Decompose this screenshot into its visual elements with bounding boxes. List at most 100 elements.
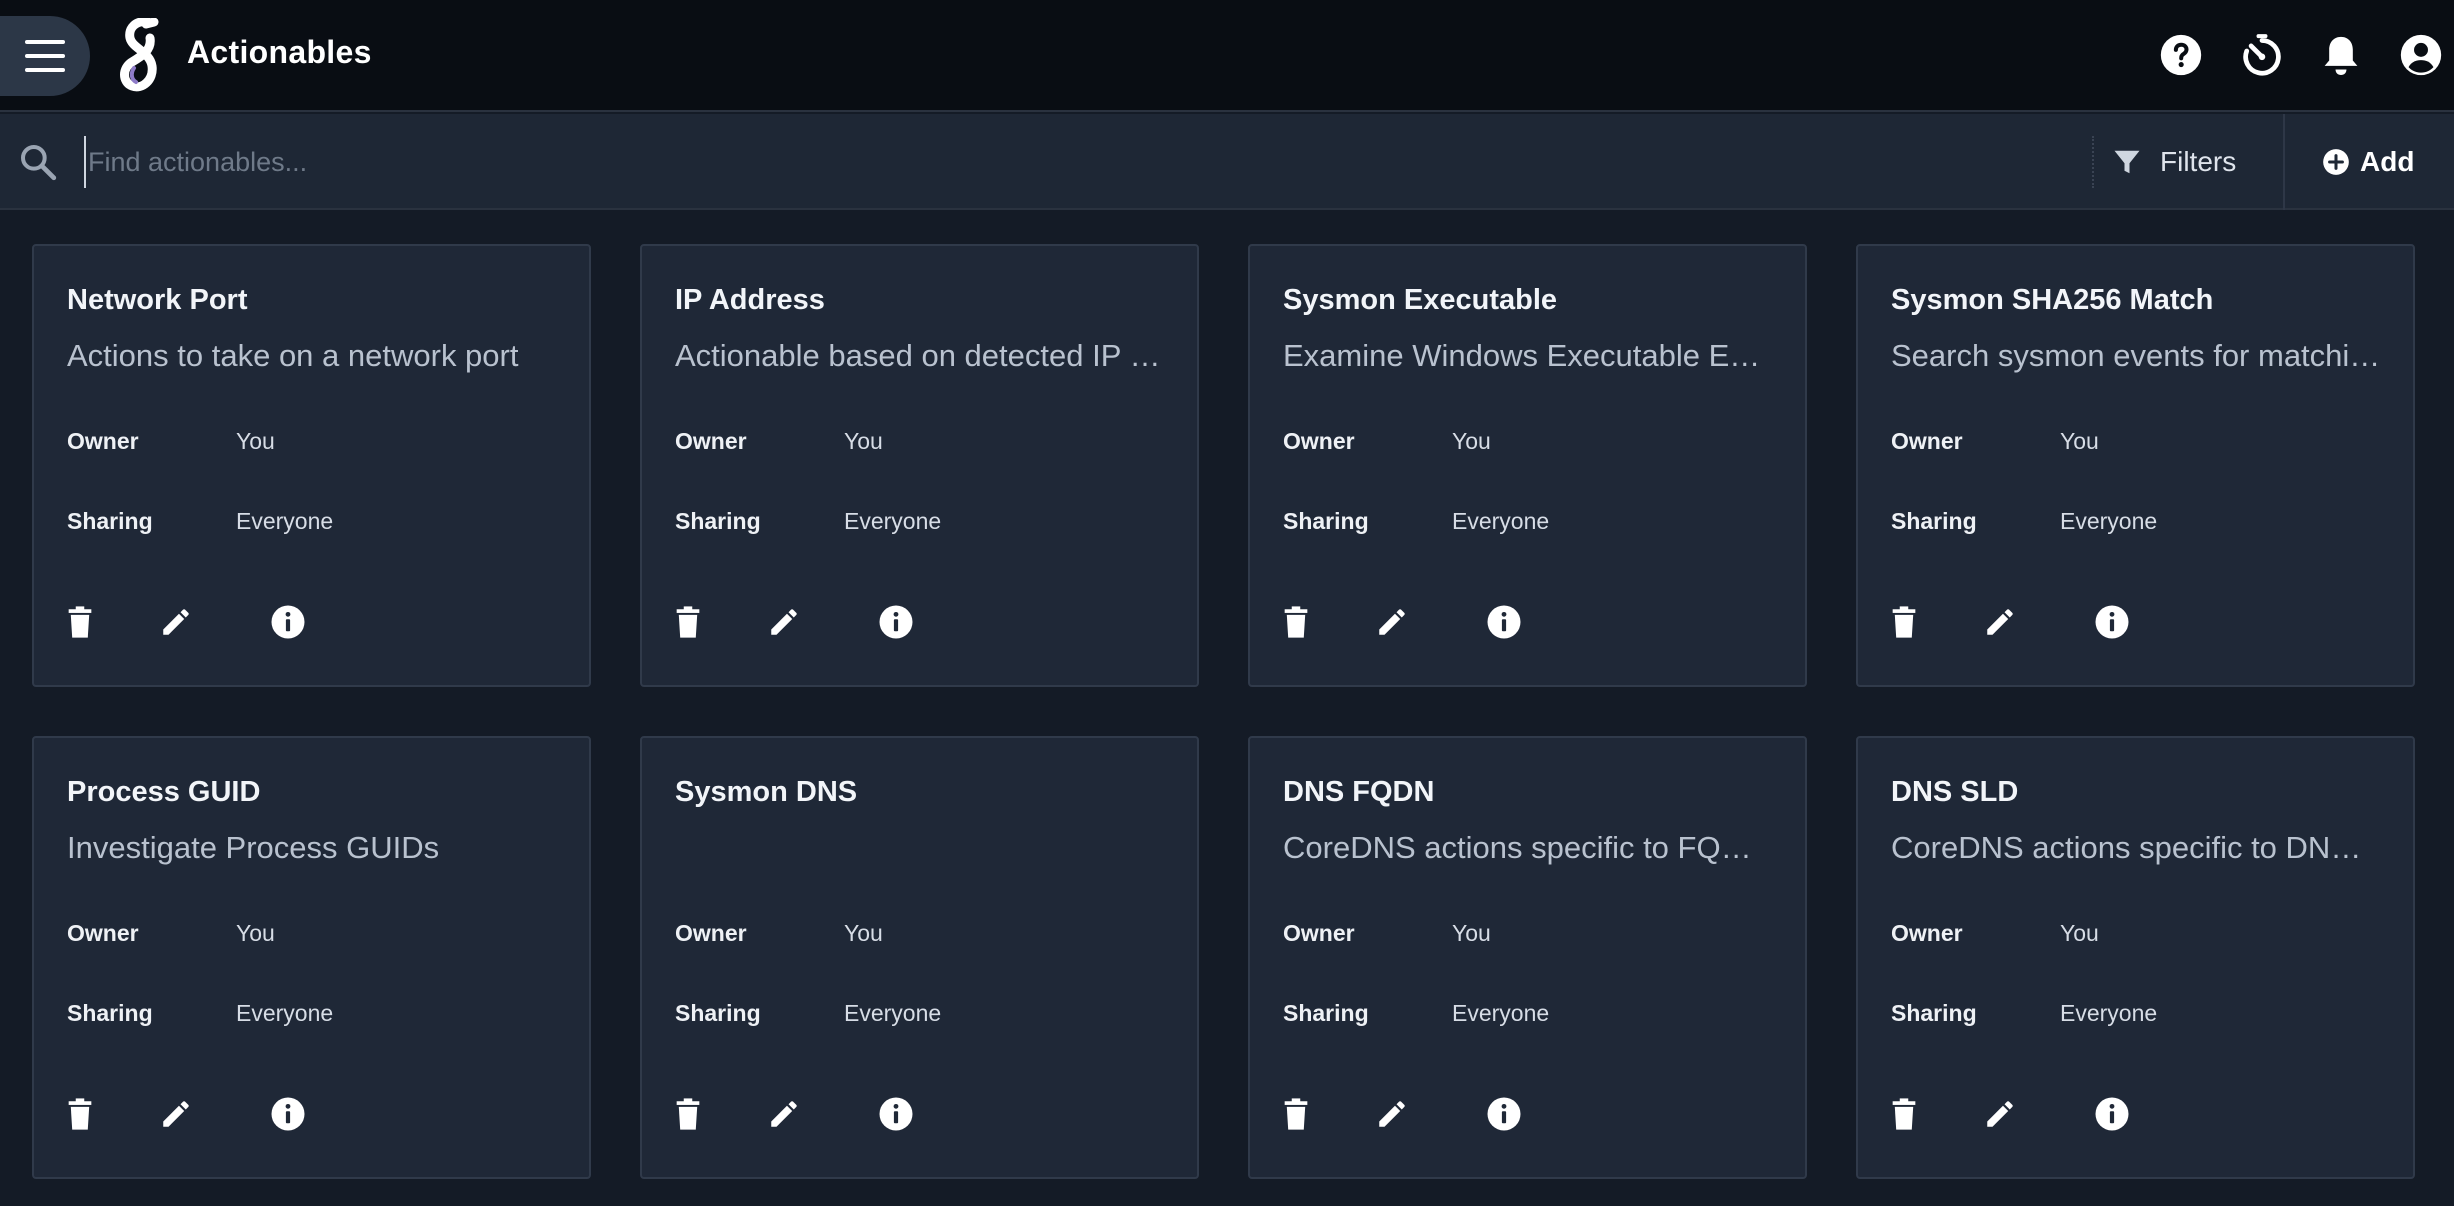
menu-button[interactable] [0,16,90,96]
actionable-card-3[interactable]: Sysmon Executable Examine Windows Execut… [1248,244,1807,687]
info-icon [879,605,913,639]
info-button[interactable] [266,600,310,644]
edit-button[interactable] [1370,1092,1414,1136]
info-button[interactable] [2090,1092,2134,1136]
sharing-label: Sharing [675,508,761,534]
card-description: Actions to take on a network port [67,338,519,373]
owner-value: You [844,428,883,454]
card-title: Process GUID [67,776,261,808]
owner-value: You [236,428,275,454]
trash-icon [1284,1098,1308,1130]
pencil-icon [163,1101,189,1127]
divider [2092,136,2094,188]
account-icon [2400,34,2442,76]
actionable-card-4[interactable]: Sysmon SHA256 Match Search sysmon events… [1856,244,2415,687]
owner-value: You [236,920,275,946]
notifications-button[interactable] [2316,30,2366,80]
edit-button[interactable] [1978,1092,2022,1136]
info-icon [271,605,305,639]
account-button[interactable] [2396,30,2446,80]
trash-icon [676,1098,700,1130]
card-description: Search sysmon events for matching hashes [1891,338,2381,373]
owner-value: You [844,920,883,946]
pencil-icon [771,1101,797,1127]
actionable-card-2[interactable]: IP Address Actionable based on detected … [640,244,1199,687]
search-bar: Filters Add [0,114,2454,210]
trash-icon [676,606,700,638]
pencil-icon [1379,609,1405,635]
info-button[interactable] [874,1092,918,1136]
info-button[interactable] [1482,600,1526,644]
actionable-card-5[interactable]: Process GUID Investigate Process GUIDs O… [32,736,591,1179]
info-icon [271,1097,305,1131]
card-title: DNS FQDN [1283,776,1435,808]
actionable-card-7[interactable]: DNS FQDN CoreDNS actions specific to FQD… [1248,736,1807,1179]
delete-button[interactable] [1274,1092,1318,1136]
help-button[interactable] [2156,30,2206,80]
sharing-value: Everyone [1452,508,1550,534]
sharing-value: Everyone [236,1000,334,1026]
divider [2283,114,2285,210]
delete-button[interactable] [1274,600,1318,644]
card-description: CoreDNS actions specific to FQDNs [1283,830,1773,865]
help-icon [2160,34,2202,76]
card-description: Investigate Process GUIDs [67,830,440,865]
card-title: Network Port [67,284,248,316]
sharing-value: Everyone [2060,508,2158,534]
actionable-card-6[interactable]: Sysmon DNS Owner You Sharing Everyone [640,736,1199,1179]
sharing-label: Sharing [67,1000,153,1026]
delete-button[interactable] [666,1092,710,1136]
sharing-value: Everyone [2060,1000,2158,1026]
trash-icon [1892,1098,1916,1130]
edit-button[interactable] [154,600,198,644]
timer-icon [2243,34,2281,76]
owner-label: Owner [675,428,747,454]
info-button[interactable] [874,600,918,644]
add-button[interactable]: Add [2322,132,2442,192]
card-description: CoreDNS actions specific to DNS SLDs [1891,830,2381,865]
timer-button[interactable] [2237,30,2287,80]
info-button[interactable] [2090,600,2134,644]
card-description: Actionable based on detected IP address [675,338,1165,373]
sharing-label: Sharing [1891,1000,1977,1026]
edit-button[interactable] [762,600,806,644]
add-label: Add [2360,146,2415,177]
info-icon [2095,605,2129,639]
pencil-icon [1379,1101,1405,1127]
search-input[interactable] [84,136,2074,188]
top-app-bar: Actionables [0,0,2454,112]
edit-button[interactable] [1370,600,1414,644]
owner-label: Owner [675,920,747,946]
edit-button[interactable] [762,1092,806,1136]
owner-label: Owner [1891,428,1963,454]
card-title: Sysmon SHA256 Match [1891,284,2214,316]
sharing-label: Sharing [1891,508,1977,534]
actionable-card-1[interactable]: Network Port Actions to take on a networ… [32,244,591,687]
delete-button[interactable] [666,600,710,644]
pencil-icon [163,609,189,635]
owner-label: Owner [67,920,139,946]
owner-label: Owner [1283,920,1355,946]
owner-value: You [2060,428,2099,454]
delete-button[interactable] [1882,1092,1926,1136]
edit-button[interactable] [154,1092,198,1136]
page-title: Actionables [187,34,372,70]
owner-value: You [1452,428,1491,454]
sharing-label: Sharing [67,508,153,534]
sharing-label: Sharing [1283,508,1369,534]
add-circle-icon [2323,149,2349,175]
card-title: IP Address [675,284,825,316]
trash-icon [1892,606,1916,638]
filters-button[interactable]: Filters [2112,132,2252,192]
edit-button[interactable] [1978,600,2022,644]
info-button[interactable] [1482,1092,1526,1136]
delete-button[interactable] [1882,600,1926,644]
delete-button[interactable] [58,1092,102,1136]
owner-label: Owner [1283,428,1355,454]
info-icon [879,1097,913,1131]
delete-button[interactable] [58,600,102,644]
actionable-card-8[interactable]: DNS SLD CoreDNS actions specific to DNS … [1856,736,2415,1179]
info-button[interactable] [266,1092,310,1136]
owner-label: Owner [1891,920,1963,946]
info-icon [2095,1097,2129,1131]
